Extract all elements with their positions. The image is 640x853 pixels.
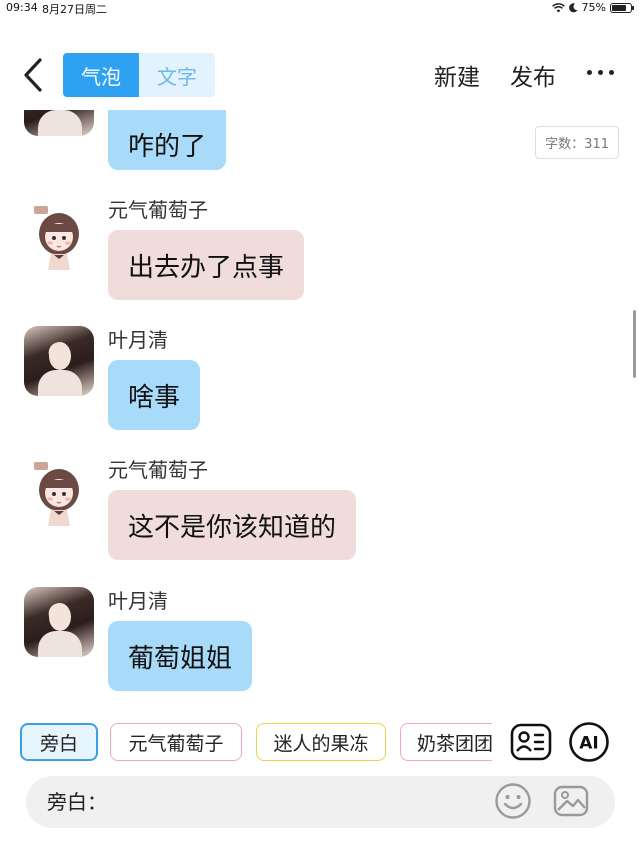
back-button[interactable] [18, 56, 48, 94]
ai-circle-icon: AI [569, 722, 609, 762]
ai-label: AI [579, 734, 598, 754]
role-chip-list: 旁白 元气葡萄子 迷人的果冻 奶茶团团 [20, 723, 492, 763]
input-role-label: 旁白： [47, 790, 107, 814]
role-manage-button[interactable] [510, 721, 552, 763]
status-date: 8月27日周二 [42, 3, 107, 16]
avatar-ye-yueqing[interactable] [24, 110, 94, 136]
sender-name: 叶月清 [108, 328, 168, 352]
ai-button[interactable]: AI [568, 721, 610, 763]
status-bar: 09:34 8月27日周二 75% [0, 0, 640, 18]
message-input[interactable] [106, 784, 486, 820]
cartoon-avatar-image [34, 462, 79, 526]
avatar-yuanqi-putaozi[interactable] [24, 200, 94, 270]
input-bar: 旁白： [26, 776, 615, 828]
battery-percent: 75% [581, 1, 606, 14]
tab-text[interactable]: 文字 [139, 53, 215, 97]
new-button[interactable]: 新建 [434, 58, 480, 92]
avatar-ye-yueqing[interactable] [24, 326, 94, 396]
avatar-yuanqi-putaozi[interactable] [24, 456, 94, 526]
role-chip-mirende-guodong[interactable]: 迷人的果冻 [256, 723, 386, 761]
word-count-badge: 字数：311 [535, 126, 619, 159]
image-button[interactable] [552, 782, 590, 820]
more-dot [609, 70, 614, 75]
wifi-icon [551, 2, 565, 12]
message-bubble[interactable]: 啥事 [108, 360, 201, 430]
emoji-button[interactable] [494, 782, 532, 820]
avatar-ye-yueqing[interactable] [24, 587, 94, 657]
emoji-smile-icon [495, 783, 531, 819]
mode-toggle: 气泡 文字 [63, 53, 215, 97]
tab-bubble[interactable]: 气泡 [63, 53, 139, 97]
publish-button[interactable]: 发布 [510, 58, 556, 92]
role-chip-narrator[interactable]: 旁白 [20, 723, 98, 761]
message-bubble[interactable]: 咋的了 [108, 110, 227, 170]
chevron-left-icon [24, 58, 42, 92]
cartoon-avatar-image [34, 206, 79, 270]
status-right: 75% [551, 1, 634, 14]
role-chip-yuanqi-putaozi[interactable]: 元气葡萄子 [110, 723, 242, 761]
sender-name: 元气葡萄子 [108, 458, 208, 482]
contact-card-icon [510, 723, 552, 761]
header: 气泡 文字 新建 发布 [0, 40, 640, 110]
sender-name: 叶月清 [108, 589, 168, 613]
sender-name: 元气葡萄子 [108, 198, 208, 222]
message-bubble[interactable]: 这不是你该知道的 [108, 490, 357, 560]
chat-area: 字数：311 咋的了 元气葡萄子 出去办了点事 叶月清 啥事 元气葡萄子 这不是… [0, 110, 640, 700]
role-selector-bar: 旁白 元气葡萄子 迷人的果冻 奶茶团团 AI [0, 705, 640, 775]
image-icon [553, 785, 589, 817]
chat-scrollbar[interactable] [633, 310, 636, 378]
more-dot [598, 70, 603, 75]
message-bubble[interactable]: 葡萄姐姐 [108, 621, 253, 691]
more-button[interactable] [587, 70, 614, 75]
moon-icon [568, 2, 578, 12]
role-chip-naicha-tuantuan[interactable]: 奶茶团团 [400, 723, 492, 761]
status-time: 09:34 [6, 1, 38, 14]
message-bubble[interactable]: 出去办了点事 [108, 230, 305, 300]
more-dot [587, 70, 592, 75]
battery-icon [610, 2, 634, 13]
